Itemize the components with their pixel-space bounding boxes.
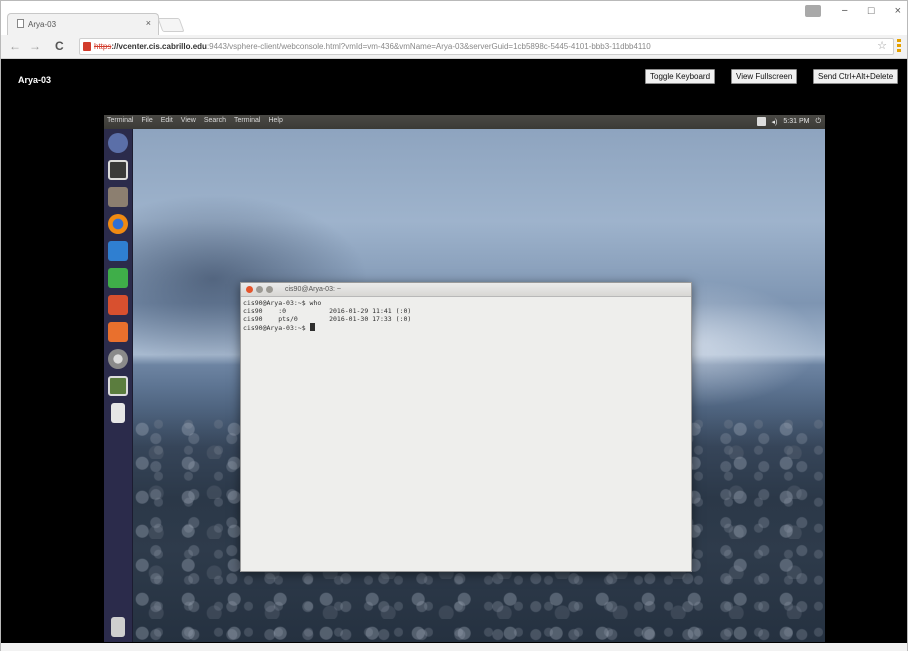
close-window-button[interactable]: × xyxy=(895,5,901,17)
window-controls: − □ × xyxy=(805,5,901,17)
tab-title: Arya-03 xyxy=(28,20,57,29)
new-tab-button[interactable] xyxy=(157,18,185,32)
terminal-window[interactable]: cis90@Arya-03: ~ cis90@Arya-03:~$ who cis… xyxy=(240,282,692,572)
terminal-prompt-line: cis90@Arya-03:~$ xyxy=(243,323,689,332)
firefox-icon[interactable] xyxy=(108,214,128,234)
page-icon xyxy=(17,19,24,28)
terminal-prompt: cis90@Arya-03:~$ xyxy=(243,324,310,332)
software-center-icon[interactable] xyxy=(108,322,128,342)
keyboard-icon[interactable] xyxy=(756,117,766,126)
terminal-launcher-icon[interactable] xyxy=(108,160,128,180)
text-cursor xyxy=(309,323,315,331)
menu-file[interactable]: File xyxy=(141,117,152,124)
ubuntu-top-panel: Terminal File Edit View Search Terminal … xyxy=(104,115,825,129)
terminal-titlebar[interactable]: cis90@Arya-03: ~ xyxy=(241,283,691,297)
unity-launcher xyxy=(104,129,133,642)
removable-media-icon[interactable] xyxy=(111,403,125,423)
reload-button[interactable]: C xyxy=(55,39,64,53)
minimize-icon[interactable] xyxy=(256,286,263,293)
trash-icon[interactable] xyxy=(111,617,125,637)
browser-toolbar: ← → C https://vcenter.cis.cabrillo.edu:9… xyxy=(1,35,907,59)
impress-icon[interactable] xyxy=(108,295,128,315)
maximize-icon[interactable] xyxy=(266,286,273,293)
guest-screen[interactable]: Terminal File Edit View Search Terminal … xyxy=(104,115,825,642)
close-icon[interactable] xyxy=(246,286,253,293)
menu-search[interactable]: Search xyxy=(204,117,226,124)
browser-menu-icon[interactable] xyxy=(897,39,901,53)
bookmark-star-icon[interactable]: ☆ xyxy=(877,39,887,54)
updater-icon[interactable] xyxy=(108,376,128,396)
url-path: :9443/vsphere-client/webconsole.html?vmI… xyxy=(206,42,651,51)
calc-icon[interactable] xyxy=(108,268,128,288)
tab-close-icon[interactable]: × xyxy=(146,18,151,28)
volume-icon[interactable]: ◂) xyxy=(772,118,778,126)
terminal-line: cis90 :0 2016-01-29 11:41 (:0) xyxy=(243,307,412,315)
insecure-lock-icon xyxy=(83,42,91,51)
titlebar: Arya-03 × − □ × xyxy=(1,1,907,35)
terminal-line: cis90 pts/0 2016-01-30 17:33 (:0) xyxy=(243,315,412,323)
browser-bottom-edge xyxy=(1,643,907,651)
toggle-keyboard-button[interactable]: Toggle Keyboard xyxy=(645,69,716,84)
maximize-button[interactable]: □ xyxy=(868,5,875,17)
settings-icon[interactable] xyxy=(108,349,128,369)
menu-app-name[interactable]: Terminal xyxy=(107,117,133,124)
app-menu: Terminal File Edit View Search Terminal … xyxy=(107,117,283,124)
vm-console: Arya-03 Toggle Keyboard View Fullscreen … xyxy=(1,59,907,643)
vm-name: Arya-03 xyxy=(18,75,52,85)
dash-icon[interactable] xyxy=(108,133,128,153)
power-icon[interactable]: ⏻ xyxy=(815,118,821,126)
clock[interactable]: 5:31 PM xyxy=(783,118,809,125)
view-fullscreen-button[interactable]: View Fullscreen xyxy=(731,69,798,84)
terminal-title: cis90@Arya-03: ~ xyxy=(285,286,341,293)
files-icon[interactable] xyxy=(108,187,128,207)
terminal-output[interactable]: cis90@Arya-03:~$ who cis90 :0 2016-01-29 … xyxy=(243,299,689,332)
back-button[interactable]: ← xyxy=(9,39,21,53)
user-icon[interactable] xyxy=(805,5,822,17)
browser-window: Arya-03 × − □ × ← → C https://vcenter.ci… xyxy=(0,0,908,651)
writer-icon[interactable] xyxy=(108,241,128,261)
menu-view[interactable]: View xyxy=(181,117,196,124)
send-ctrl-alt-delete-button[interactable]: Send Ctrl+Alt+Delete xyxy=(813,69,899,84)
browser-tab[interactable]: Arya-03 × xyxy=(7,13,159,35)
terminal-line: cis90@Arya-03:~$ who xyxy=(243,299,322,307)
menu-help[interactable]: Help xyxy=(268,117,282,124)
url-scheme: https xyxy=(94,42,112,51)
url-host: ://vcenter.cis.cabrillo.edu xyxy=(111,42,207,51)
menu-terminal[interactable]: Terminal xyxy=(234,117,260,124)
menu-edit[interactable]: Edit xyxy=(161,117,173,124)
address-bar[interactable]: https://vcenter.cis.cabrillo.edu:9443/vs… xyxy=(79,38,894,55)
forward-button[interactable]: → xyxy=(29,39,41,53)
system-tray: ◂) 5:31 PM ⏻ xyxy=(756,117,821,126)
minimize-button[interactable]: − xyxy=(841,5,847,17)
